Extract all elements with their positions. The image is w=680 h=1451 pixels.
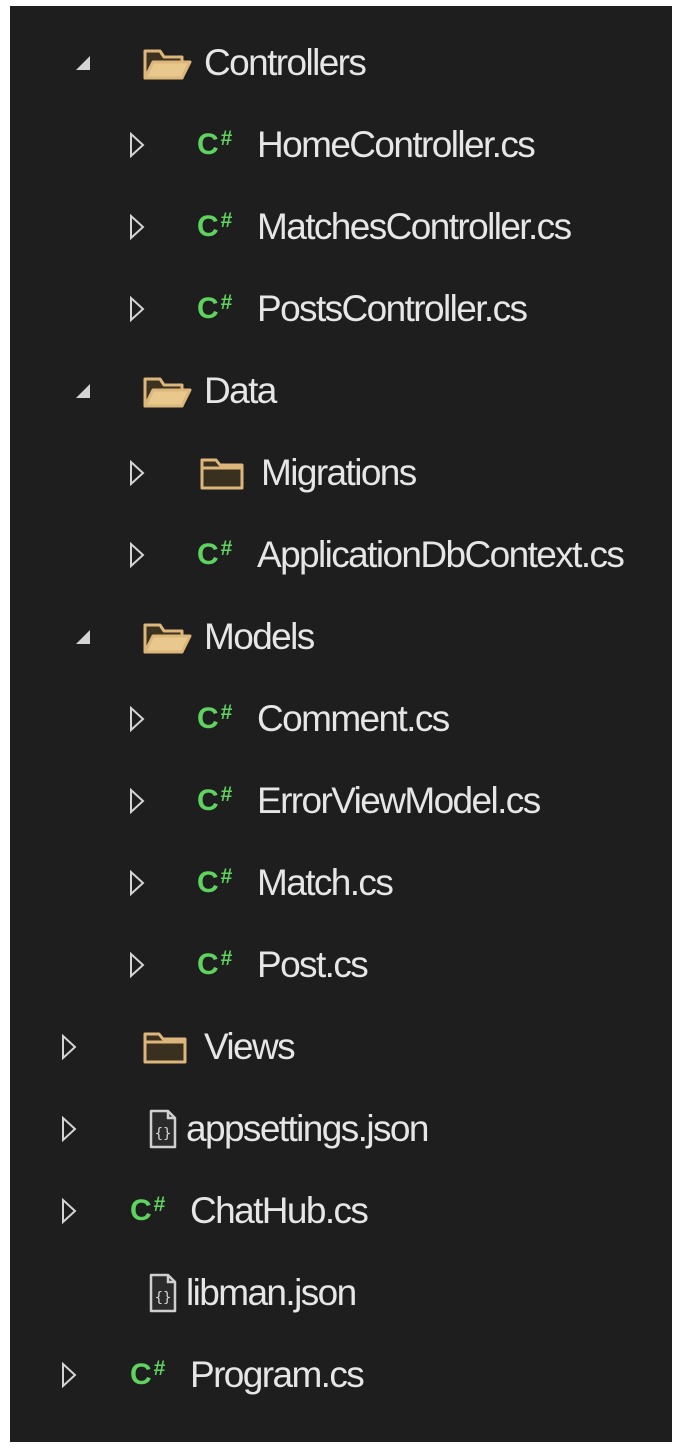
tree-item-label: MatchesController.cs bbox=[257, 206, 572, 247]
csharp-file-icon: C# bbox=[197, 783, 233, 817]
collapsed-triangle-icon[interactable] bbox=[122, 678, 152, 760]
tree-item-label: Data bbox=[204, 370, 277, 411]
tree-item-label: HomeController.cs bbox=[257, 124, 536, 165]
expanded-triangle-icon[interactable] bbox=[68, 350, 98, 432]
folder-icon bbox=[199, 432, 245, 514]
csharp-file-icon: C# bbox=[130, 1416, 165, 1442]
collapsed-triangle-icon[interactable] bbox=[54, 1088, 84, 1170]
collapsed-triangle-icon[interactable] bbox=[54, 1006, 84, 1088]
tree-item[interactable]: C # ApplicationDbContext.cs bbox=[10, 514, 672, 596]
tree-item[interactable]: C # ChatHub.cs bbox=[10, 1170, 672, 1252]
json-file-icon: {} bbox=[148, 1252, 178, 1334]
tree-item[interactable]: Views bbox=[10, 1006, 672, 1088]
tree-item[interactable]: Controllers bbox=[10, 22, 672, 104]
collapsed-triangle-icon[interactable] bbox=[122, 514, 152, 596]
csharp-file-icon: C# bbox=[197, 537, 233, 571]
csharp-file-icon: C# bbox=[197, 947, 233, 981]
tree-item-label: PostsController.cs bbox=[257, 288, 528, 329]
tree-item-label: Models bbox=[204, 616, 315, 657]
tree-item-label: Post.cs bbox=[257, 944, 369, 985]
collapsed-triangle-icon[interactable] bbox=[122, 104, 152, 186]
tree-item[interactable]: C# Startup.cs bbox=[10, 1416, 672, 1442]
collapsed-triangle-icon[interactable] bbox=[122, 268, 152, 350]
tree-item-label: Migrations bbox=[261, 452, 417, 493]
csharp-file-icon: C# bbox=[197, 291, 233, 325]
json-file-icon: {} bbox=[148, 1088, 178, 1170]
csharp-file-icon: C# bbox=[197, 865, 233, 899]
tree-item[interactable]: C # MatchesController.cs bbox=[10, 186, 672, 268]
tree-item-label: Controllers bbox=[204, 42, 367, 83]
svg-text:{}: {} bbox=[155, 1290, 172, 1306]
collapsed-triangle-icon[interactable] bbox=[54, 1170, 84, 1252]
csharp-file-icon: C# bbox=[197, 127, 233, 161]
tree-item[interactable]: Data bbox=[10, 350, 672, 432]
solution-explorer-panel: Controllers C # HomeController.cs C # MatchesC… bbox=[10, 6, 672, 1442]
collapsed-triangle-icon[interactable] bbox=[54, 1334, 84, 1416]
tree-item-label: Comment.cs bbox=[257, 698, 450, 739]
collapsed-triangle-icon[interactable] bbox=[122, 924, 152, 1006]
tree-item-label: ApplicationDbContext.cs bbox=[257, 534, 625, 575]
collapsed-triangle-icon[interactable] bbox=[122, 186, 152, 268]
tree-item-label: Startup.cs bbox=[190, 1416, 342, 1442]
csharp-file-icon: C# bbox=[130, 1193, 166, 1227]
tree-item[interactable]: C # Program.cs bbox=[10, 1334, 672, 1416]
tree-item-label: Match.cs bbox=[257, 862, 394, 903]
tree-item[interactable]: C # Match.cs bbox=[10, 842, 672, 924]
expanded-triangle-icon[interactable] bbox=[68, 596, 98, 678]
folder-open-icon bbox=[142, 596, 192, 678]
tree-item[interactable]: {} appsettings.json bbox=[10, 1088, 672, 1170]
tree-item-label: appsettings.json bbox=[186, 1108, 429, 1149]
csharp-file-icon: C# bbox=[197, 701, 233, 735]
csharp-file-icon: C# bbox=[197, 209, 233, 243]
csharp-file-icon: C# bbox=[130, 1357, 166, 1391]
collapsed-triangle-icon[interactable] bbox=[122, 760, 152, 842]
folder-open-icon bbox=[142, 350, 192, 432]
tree-item[interactable]: C # ErrorViewModel.cs bbox=[10, 760, 672, 842]
tree-item[interactable]: C # HomeController.cs bbox=[10, 104, 672, 186]
tree-item[interactable]: Models bbox=[10, 596, 672, 678]
tree-item[interactable]: Migrations bbox=[10, 432, 672, 514]
tree-item-label: Views bbox=[204, 1026, 296, 1067]
tree-item[interactable]: C # PostsController.cs bbox=[10, 268, 672, 350]
tree-item[interactable]: {} libman.json bbox=[10, 1252, 672, 1334]
svg-text:{}: {} bbox=[155, 1126, 172, 1142]
tree-item-label: ErrorViewModel.cs bbox=[257, 780, 541, 821]
tree-item[interactable]: C # Comment.cs bbox=[10, 678, 672, 760]
collapsed-triangle-icon[interactable] bbox=[54, 1416, 84, 1442]
folder-open-icon bbox=[142, 22, 192, 104]
tree-item[interactable]: C # Post.cs bbox=[10, 924, 672, 1006]
expanded-triangle-icon[interactable] bbox=[68, 22, 98, 104]
collapsed-triangle-icon[interactable] bbox=[122, 842, 152, 924]
tree-item-label: libman.json bbox=[186, 1272, 357, 1313]
file-tree: Controllers C # HomeController.cs C # MatchesC… bbox=[10, 6, 672, 1442]
tree-item-label: ChatHub.cs bbox=[190, 1190, 369, 1231]
collapsed-triangle-icon[interactable] bbox=[122, 432, 152, 514]
folder-icon bbox=[142, 1006, 188, 1088]
tree-item-label: Program.cs bbox=[190, 1354, 365, 1395]
